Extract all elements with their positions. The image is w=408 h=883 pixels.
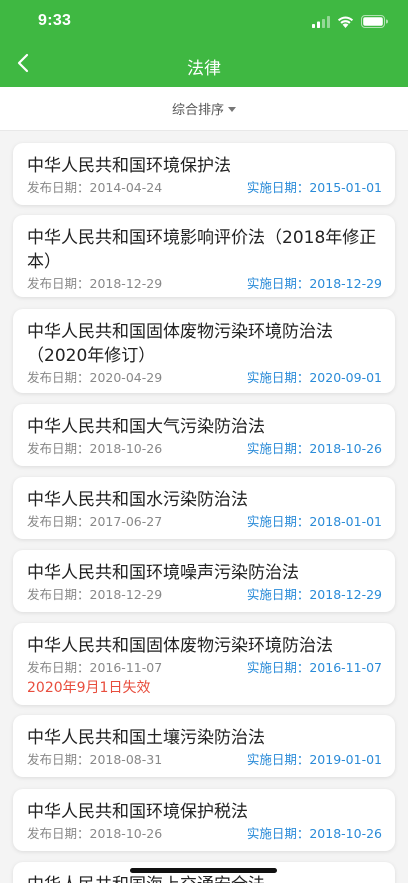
effective-date: 实施日期：2018-12-29 [246, 587, 382, 602]
effective-date: 实施日期：2018-12-29 [246, 276, 382, 291]
law-item[interactable]: 中华人民共和国环境影响评价法（2018年修正本） 发布日期：2018-12-29… [13, 215, 395, 297]
law-title: 中华人民共和国环境保护法 [27, 156, 231, 176]
sort-bar: 综合排序 [0, 87, 408, 131]
law-item[interactable]: 中华人民共和国固体废物污染环境防治法（2020年修订） 发布日期：2020-04… [13, 309, 395, 393]
status-icons [312, 13, 388, 31]
law-dates: 发布日期：2016-11-07 实施日期：2016-11-07 [27, 659, 382, 677]
nav-bar: 法律 [0, 44, 408, 87]
law-dates: 发布日期：2018-10-26 实施日期：2018-10-26 [27, 440, 382, 458]
app-header: 9:33 法律 [0, 0, 408, 87]
law-title: 中华人民共和国海上交通安全法 [27, 873, 382, 883]
law-dates: 发布日期：2017-06-27 实施日期：2018-01-01 [27, 513, 382, 531]
law-item[interactable]: 中华人民共和国环境保护税法 发布日期：2018-10-26 实施日期：2018-… [13, 789, 395, 851]
wifi-icon [337, 13, 354, 32]
law-title: 中华人民共和国水污染防治法 [27, 490, 248, 510]
law-title: 中华人民共和国环境保护税法 [27, 802, 248, 822]
effective-date: 实施日期：2015-01-01 [246, 180, 382, 195]
sort-label: 综合排序 [171, 103, 224, 118]
effective-date: 实施日期：2018-01-01 [246, 514, 382, 529]
law-dates: 发布日期：2018-10-26 实施日期：2018-10-26 [27, 825, 382, 843]
law-dates: 发布日期：2018-12-29 实施日期：2018-12-29 [27, 586, 382, 604]
law-item[interactable]: 中华人民共和国环境噪声污染防治法 发布日期：2018-12-29 实施日期：20… [13, 550, 395, 612]
published-date: 发布日期：2018-08-31 [27, 752, 163, 767]
published-date: 发布日期：2018-12-29 [27, 587, 163, 602]
law-title: 中华人民共和国土壤污染防治法 [27, 728, 265, 748]
law-dates: 发布日期：2020-04-29 实施日期：2020-09-01 [27, 369, 382, 387]
law-list: 中华人民共和国环境保护法 发布日期：2014-04-24 实施日期：2015-0… [0, 131, 408, 883]
law-item[interactable]: 中华人民共和国固体废物污染环境防治法 发布日期：2016-11-07 实施日期：… [13, 623, 395, 705]
sort-dropdown[interactable]: 综合排序 [172, 99, 236, 118]
effective-date: 实施日期：2016-11-07 [246, 660, 382, 675]
law-dates: 发布日期：2018-08-31 实施日期：2019-01-01 [27, 751, 382, 769]
effective-date: 实施日期：2018-10-26 [246, 441, 382, 456]
law-title: 中华人民共和国固体废物污染环境防治法 [27, 636, 333, 656]
battery-icon [361, 13, 388, 32]
published-date: 发布日期：2014-04-24 [27, 180, 163, 195]
published-date: 发布日期：2018-10-26 [27, 441, 163, 456]
law-dates: 发布日期：2014-04-24 实施日期：2015-01-01 [27, 179, 382, 197]
status-time: 9:33 [38, 12, 72, 29]
caret-down-icon [228, 101, 236, 116]
published-date: 发布日期：2018-10-26 [27, 826, 163, 841]
law-title: 中华人民共和国环境影响评价法（2018年修正本） [27, 228, 377, 272]
published-date: 发布日期：2020-04-29 [27, 370, 163, 385]
published-date: 发布日期：2016-11-07 [27, 660, 163, 675]
law-dates: 发布日期：2018-12-29 实施日期：2018-12-29 [27, 275, 382, 293]
law-title: 中华人民共和国环境噪声污染防治法 [27, 563, 299, 583]
signal-icon [312, 13, 330, 32]
page-title: 法律 [187, 59, 221, 79]
effective-date: 实施日期：2018-10-26 [246, 826, 382, 841]
status-bar: 9:33 [0, 0, 408, 44]
published-date: 发布日期：2017-06-27 [27, 514, 163, 529]
law-item[interactable]: 中华人民共和国环境保护法 发布日期：2014-04-24 实施日期：2015-0… [13, 143, 395, 205]
invalid-notice: 2020年9月1日失效 [27, 680, 151, 696]
effective-date: 实施日期：2020-09-01 [246, 370, 382, 385]
law-item[interactable]: 中华人民共和国水污染防治法 发布日期：2017-06-27 实施日期：2018-… [13, 477, 395, 539]
law-item[interactable]: 中华人民共和国土壤污染防治法 发布日期：2018-08-31 实施日期：2019… [13, 715, 395, 777]
law-title: 中华人民共和国固体废物污染环境防治法（2020年修订） [27, 322, 333, 366]
law-title: 中华人民共和国大气污染防治法 [27, 417, 265, 437]
effective-date: 实施日期：2019-01-01 [246, 752, 382, 767]
published-date: 发布日期：2018-12-29 [27, 276, 163, 291]
home-indicator[interactable] [130, 868, 277, 873]
law-item[interactable]: 中华人民共和国大气污染防治法 发布日期：2018-10-26 实施日期：2018… [13, 404, 395, 466]
